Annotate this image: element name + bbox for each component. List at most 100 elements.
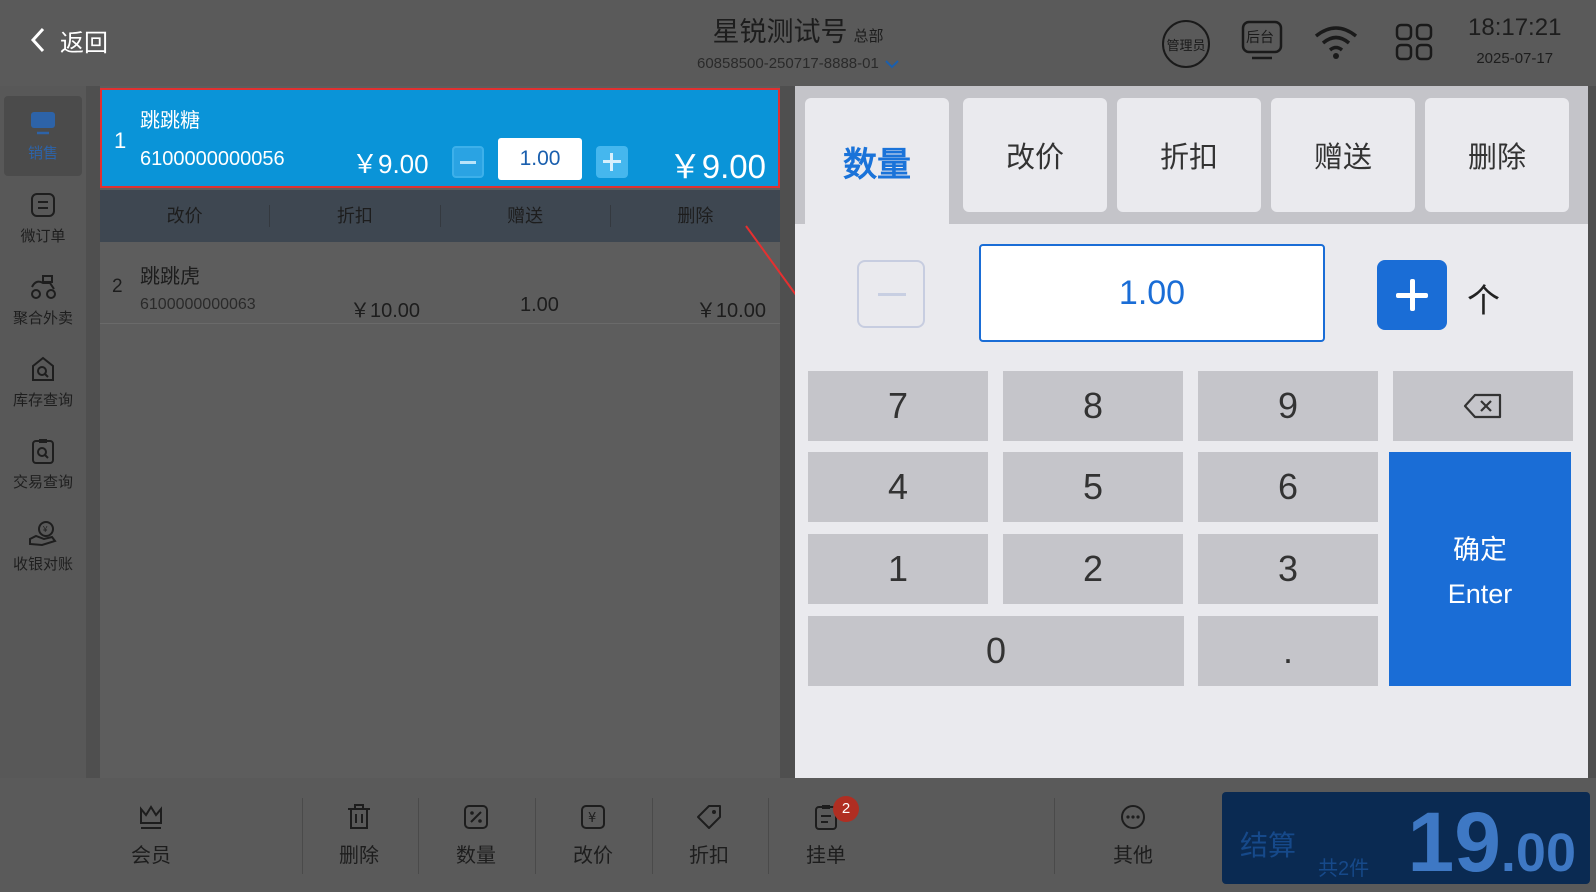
quantity-panel: 数量 改价 折扣 赠送 删除 1.00 个 7 8 9 4 5 6 1 2 3 … bbox=[795, 86, 1588, 778]
key-decimal[interactable]: . bbox=[1198, 616, 1378, 686]
panel-tabs: 数量 改价 折扣 赠送 删除 bbox=[795, 86, 1588, 224]
product-name: 跳跳虎 bbox=[140, 266, 200, 288]
key-9[interactable]: 9 bbox=[1198, 371, 1378, 441]
more-label: 其他 bbox=[1113, 844, 1153, 867]
member-label: 会员 bbox=[131, 844, 171, 867]
row-action-gift[interactable]: 赠送 bbox=[441, 205, 611, 227]
backend-button[interactable]: 后台 bbox=[1240, 20, 1284, 67]
manager-button[interactable]: 管理员 bbox=[1162, 20, 1210, 68]
row-action-discount[interactable]: 折扣 bbox=[270, 205, 441, 227]
checkout-button[interactable]: 结算 共2件 19.00 bbox=[1222, 792, 1590, 889]
member-icon bbox=[140, 804, 162, 829]
row-action-change-price[interactable]: 改价 bbox=[100, 205, 271, 227]
sidebar-item-label: 收银对账 bbox=[12, 555, 73, 573]
tab-discount[interactable]: 折扣 bbox=[1117, 98, 1261, 212]
price-change-icon: ¥ bbox=[581, 804, 605, 829]
row-index: 2 bbox=[112, 276, 123, 297]
quantity-decrease-button[interactable] bbox=[857, 260, 925, 328]
sidebar-item-micro-order[interactable]: 微订单 bbox=[4, 178, 82, 258]
quantity-label: 数量 bbox=[456, 844, 496, 867]
sidebar-item-delivery[interactable]: 聚合外卖 bbox=[4, 260, 82, 340]
key-1[interactable]: 1 bbox=[808, 534, 988, 604]
svg-text:¥: ¥ bbox=[42, 525, 48, 534]
key-3[interactable]: 3 bbox=[1198, 534, 1378, 604]
key-8[interactable]: 8 bbox=[1003, 371, 1183, 441]
discount-label: 折扣 bbox=[689, 844, 729, 867]
confirm-enter-button[interactable]: 确定 Enter bbox=[1389, 452, 1571, 686]
divider bbox=[535, 798, 536, 874]
inventory-icon bbox=[32, 356, 54, 381]
product-sku: 6100000000056 bbox=[140, 148, 285, 170]
member-button[interactable]: 会员 bbox=[96, 792, 206, 878]
divider bbox=[418, 798, 419, 874]
row-increase-button[interactable] bbox=[596, 146, 628, 178]
order-row[interactable]: 2 跳跳虎 6100000000063 ￥10.00 1.00 ￥10.00 bbox=[100, 242, 780, 324]
sidebar-item-label: 交易查询 bbox=[12, 473, 73, 491]
tab-delete[interactable]: 删除 bbox=[1425, 98, 1569, 212]
quantity-unit: 个 bbox=[1467, 282, 1500, 319]
order-code: 60858500-250717-8888-01 bbox=[696, 55, 879, 72]
key-5[interactable]: 5 bbox=[1003, 452, 1183, 522]
tab-change-price[interactable]: 改价 bbox=[963, 98, 1107, 212]
manager-label: 管理员 bbox=[1166, 37, 1206, 53]
store-name: 星锐测试号 bbox=[712, 17, 848, 47]
row-decrease-button[interactable] bbox=[452, 146, 484, 178]
tab-quantity[interactable]: 数量 bbox=[805, 98, 949, 224]
sidebar-item-label: 销售 bbox=[27, 144, 58, 162]
key-2[interactable]: 2 bbox=[1003, 534, 1183, 604]
unit-price: ￥9.00 bbox=[352, 149, 429, 179]
trash-icon bbox=[348, 803, 370, 829]
sidebar-item-label: 库存查询 bbox=[12, 391, 73, 409]
sidebar-item-inventory[interactable]: 库存查询 bbox=[4, 342, 82, 422]
enter-label-en: Enter bbox=[1447, 579, 1513, 609]
row-action-bar: 改价 折扣 赠送 删除 bbox=[100, 190, 780, 242]
delivery-icon bbox=[31, 274, 56, 299]
sidebar-item-reconcile[interactable]: ¥ 收银对账 bbox=[4, 506, 82, 586]
row-total: ￥9.00 bbox=[668, 148, 766, 185]
backspace-key[interactable] bbox=[1393, 371, 1573, 441]
change-price-button[interactable]: ¥ 改价 bbox=[538, 792, 648, 878]
more-button[interactable]: 其他 bbox=[1078, 792, 1188, 878]
key-7[interactable]: 7 bbox=[808, 371, 988, 441]
divider bbox=[768, 798, 769, 874]
discount-button[interactable]: 折扣 bbox=[654, 792, 764, 878]
reconcile-icon: ¥ bbox=[29, 520, 57, 546]
hold-count-badge: 2 bbox=[833, 796, 859, 822]
order-list: 1 跳跳糖 6100000000056 ￥9.00 1.00 ￥9.00 改价 … bbox=[100, 86, 780, 778]
checkout-amount: 19.00 bbox=[1407, 794, 1576, 891]
sidebar-item-label: 聚合外卖 bbox=[12, 309, 73, 327]
clock-date: 2025-07-17 bbox=[1476, 50, 1554, 67]
tab-gift[interactable]: 赠送 bbox=[1271, 98, 1415, 212]
product-sku: 6100000000063 bbox=[140, 296, 256, 313]
quantity-increase-button[interactable] bbox=[1377, 260, 1447, 330]
header-bar: 返回 星锐测试号 总部 60858500-250717-8888-01 管理员 后… bbox=[0, 0, 1596, 86]
backend-label: 后台 bbox=[1246, 29, 1274, 45]
micro-order-icon bbox=[31, 192, 55, 217]
key-0[interactable]: 0 bbox=[808, 616, 1184, 686]
row-quantity-field[interactable]: 1.00 bbox=[498, 138, 582, 180]
checkout-item-count: 共2件 bbox=[1318, 858, 1370, 880]
divider bbox=[302, 798, 303, 874]
delete-button[interactable]: 删除 bbox=[304, 792, 414, 878]
hold-order-button[interactable]: 挂单 2 bbox=[771, 792, 881, 878]
svg-text:¥: ¥ bbox=[588, 811, 596, 826]
store-tag: 总部 bbox=[853, 28, 884, 45]
sidebar-item-transaction[interactable]: 交易查询 bbox=[4, 424, 82, 504]
discount-tag-icon bbox=[697, 804, 721, 829]
clock: 18:17:21 2025-07-17 bbox=[1468, 14, 1561, 67]
quantity-input[interactable]: 1.00 bbox=[979, 244, 1325, 342]
amount-integer: 19 bbox=[1407, 795, 1501, 889]
key-6[interactable]: 6 bbox=[1198, 452, 1378, 522]
unit-price: ￥10.00 bbox=[350, 300, 421, 322]
transaction-icon bbox=[32, 438, 54, 464]
sales-icon bbox=[31, 111, 55, 134]
sidebar-item-sales[interactable]: 销售 bbox=[4, 96, 82, 176]
key-4[interactable]: 4 bbox=[808, 452, 988, 522]
clock-time: 18:17:21 bbox=[1468, 14, 1562, 41]
quantity-icon bbox=[464, 804, 488, 829]
delete-label: 删除 bbox=[339, 844, 379, 867]
quantity-button[interactable]: 数量 bbox=[421, 792, 531, 878]
grid-menu-icon[interactable] bbox=[1394, 22, 1434, 62]
amount-decimal: .00 bbox=[1500, 823, 1576, 883]
selected-order-row[interactable]: 1 跳跳糖 6100000000056 ￥9.00 1.00 ￥9.00 bbox=[100, 88, 780, 188]
